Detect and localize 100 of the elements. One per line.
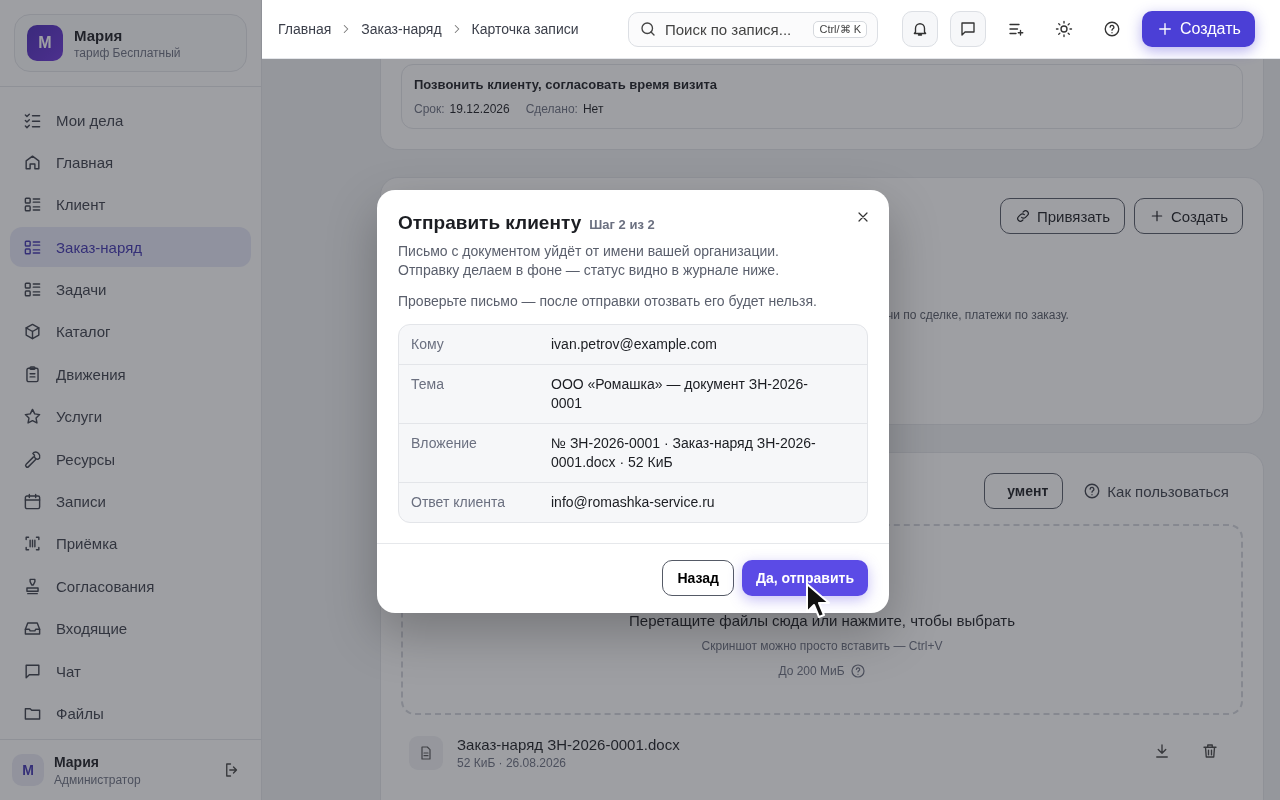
home-icon [23, 152, 42, 172]
create-button[interactable]: Создать [1142, 11, 1255, 47]
sidebar-item[interactable]: Услуги [10, 396, 251, 437]
sidebar-item[interactable]: Записи [10, 481, 251, 522]
avatar: М [12, 754, 44, 786]
clipboard-icon [23, 364, 42, 384]
list-icon [23, 237, 42, 257]
sidebar-item-label: Записи [56, 493, 106, 510]
field-value: 19.12.2026 [449, 102, 510, 116]
sidebar-item[interactable]: Мои дела [10, 100, 251, 140]
star-icon [23, 407, 42, 427]
shortcut-hint: Ctrl/⌘ K [813, 20, 867, 38]
sidebar-item[interactable]: Каталог [10, 311, 251, 352]
field-value: Нет [582, 102, 604, 116]
size-limit: До 200 МиБ [778, 664, 845, 678]
help-icon [1103, 20, 1121, 38]
breadcrumb[interactable]: Главная [278, 21, 332, 37]
sidebar-item-label: Файлы [56, 704, 104, 722]
field-label: Срок: [414, 102, 445, 116]
confirm-button[interactable]: Да, отправить [741, 560, 868, 596]
chat-icon [959, 20, 977, 38]
sidebar-item-label: Входящие [56, 620, 128, 638]
detail-label: Тема [411, 375, 445, 394]
detail-value: № ЗН-2026-0001 · Заказ-наряд ЗН-2026-0001.docx · 52 КиБ [551, 434, 817, 472]
sidebar-item[interactable]: Файлы [10, 693, 251, 734]
search-icon [639, 20, 657, 38]
sidebar-item[interactable]: Движения [10, 354, 251, 395]
detail-label: Ответ клиента [411, 493, 507, 512]
list-icon [23, 195, 42, 215]
sidebar-item[interactable]: Клиент [10, 184, 251, 225]
sidebar-item-label: Чат [56, 662, 81, 680]
sidebar-item[interactable]: Заказ-наряд [10, 227, 251, 268]
breadcrumb[interactable]: Заказ-наряд [361, 21, 442, 37]
avatar: М [27, 25, 63, 61]
sidebar-item-label: Приёмка [56, 535, 118, 553]
plus-icon [1156, 20, 1174, 38]
sidebar-item-label: Каталог [56, 323, 111, 341]
bell-icon [911, 20, 929, 38]
box-icon [23, 322, 42, 342]
download-icon [1153, 742, 1171, 760]
wrench-icon [23, 449, 42, 469]
trash-icon [1201, 742, 1219, 760]
sidebar-item[interactable]: Главная [10, 142, 251, 183]
task-title: Позвонить клиенту, согласовать время визита [414, 77, 719, 92]
help-icon [1083, 482, 1102, 500]
scan-icon [23, 534, 42, 554]
task-item[interactable]: Позвонить клиенту, согласовать время визита Срок: 19.12.2026 Сделано: Нет [401, 64, 1243, 129]
stamp-icon [23, 576, 42, 596]
create-button[interactable]: Создать [1134, 198, 1243, 234]
detail-label: Кому [411, 335, 445, 354]
list-icon [23, 280, 42, 300]
dialog-title: Отправить клиенту [398, 212, 582, 234]
messages-button[interactable] [950, 11, 986, 47]
detail-value: ООО «Ромашка» — документ ЗН-2026-0001 [551, 375, 809, 413]
profile-card[interactable]: М Мария тариф Бесплатный [14, 14, 247, 72]
checklist-icon [23, 110, 42, 130]
detail-label: Вложение [411, 434, 478, 453]
link-button[interactable]: Привязать [999, 198, 1125, 234]
document-button[interactable]: умент [984, 473, 1064, 509]
back-button[interactable]: Назад [662, 560, 734, 596]
sidebar-item[interactable]: Входящие [10, 608, 251, 649]
detail-value: ivan.petrov@example.com [551, 335, 718, 354]
sidebar-item-label: Согласования [56, 577, 155, 595]
breadcrumb: Карточка записи [471, 21, 579, 37]
sidebar-item[interactable]: Чат [10, 651, 251, 692]
dialog-text: Письмо с документом уйдёт от имени вашей организации. [398, 242, 780, 261]
calendar-icon [23, 492, 42, 511]
sidebar-item-label: Задачи [56, 281, 107, 299]
profile-name: Мария [74, 26, 124, 44]
sidebar-item[interactable]: Приёмка [10, 523, 251, 564]
detail-value: info@romashka-service.ru [551, 493, 716, 512]
dropzone-title: Перетащите файлы сюда или нажмите, чтобы выбрать [629, 612, 1015, 629]
sidebar-item[interactable]: Ресурсы [10, 439, 251, 480]
sidebar-item-label: Клиент [56, 196, 106, 214]
dialog-text: Отправку делаем в фоне — статус видно в журнале ниже. [398, 261, 781, 280]
sidebar-item-label: Движения [56, 365, 126, 383]
help-link[interactable]: Как пользоваться [1083, 482, 1229, 500]
sidebar-item-label: Главная [56, 153, 114, 171]
dropzone-hint: Скриншот можно просто вставить — Ctrl+V [701, 639, 943, 653]
chat-icon [23, 661, 42, 681]
file-meta: 52 КиБ · 26.08.2026 [457, 756, 567, 770]
sidebar-item[interactable]: Согласования [10, 566, 251, 607]
field-label: Сделано: [525, 102, 578, 116]
link-icon [1014, 208, 1031, 224]
file-name[interactable]: Заказ-наряд ЗН-2026-0001.docx [457, 736, 680, 753]
search-field[interactable]: Поиск по запися... Ctrl/⌘ K [628, 11, 878, 47]
sidebar-item-label: Заказ-наряд [56, 238, 142, 256]
user-name: Мария [54, 753, 100, 770]
profile-plan: тариф Бесплатный [74, 45, 181, 60]
help-icon [849, 663, 866, 679]
plus-icon [1149, 208, 1165, 224]
user-role: Администратор [54, 772, 141, 787]
sidebar-item-label: Мои дела [56, 111, 124, 129]
warning-text: Проверьте письмо — после отправки отозвать его будет нельзя. [398, 293, 818, 309]
document-icon [418, 745, 434, 761]
step-label: Шаг 2 из 2 [589, 217, 655, 232]
notifications-button[interactable] [902, 11, 938, 47]
sidebar-item-label: Ресурсы [56, 450, 116, 468]
sidebar-item[interactable]: Задачи [10, 269, 251, 310]
sun-icon [1055, 20, 1073, 38]
